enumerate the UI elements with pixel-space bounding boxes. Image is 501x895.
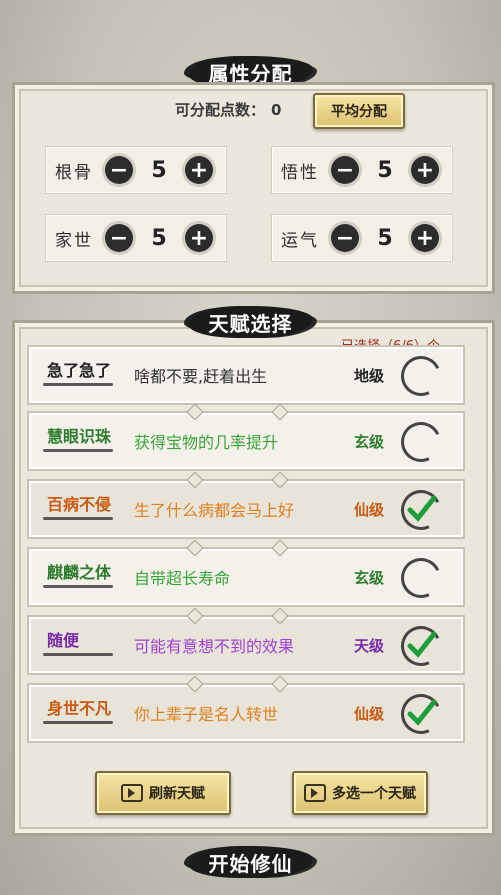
talent-grade: 天级 bbox=[354, 637, 385, 655]
video-icon bbox=[121, 784, 143, 802]
stat-value: 5 bbox=[377, 157, 393, 183]
minus-button[interactable]: − bbox=[331, 156, 359, 184]
talent-name: 慧眼识珠 bbox=[47, 427, 112, 446]
talent-name: 身世不凡 bbox=[47, 699, 112, 718]
stat-jiashi: 家世 − 5 + bbox=[46, 215, 226, 261]
talent-grade: 玄级 bbox=[354, 569, 385, 587]
stat-wuxing: 悟性 − 5 + bbox=[272, 147, 452, 193]
checked-circle-icon[interactable] bbox=[395, 484, 447, 536]
stat-label: 悟性 bbox=[281, 162, 319, 183]
brush-underline bbox=[43, 517, 113, 520]
checked-circle-icon[interactable] bbox=[395, 620, 447, 672]
talent-grade: 地级 bbox=[354, 367, 385, 385]
stat-gengu: 根骨 − 5 + bbox=[46, 147, 226, 193]
unchecked-circle-icon[interactable] bbox=[395, 350, 447, 402]
talent-description: 你上辈子是名人转世 bbox=[134, 705, 279, 724]
brush-underline bbox=[43, 721, 113, 724]
brush-underline bbox=[43, 383, 113, 386]
stat-value: 5 bbox=[151, 157, 167, 183]
talent-row[interactable]: 麒麟之体 自带超长寿命 玄级 bbox=[27, 539, 465, 607]
talent-description: 生了什么病都会马上好 bbox=[134, 501, 295, 520]
stat-label: 家世 bbox=[55, 230, 93, 251]
talent-row[interactable]: 身世不凡 你上辈子是名人转世 仙级 bbox=[27, 675, 465, 743]
talent-name: 百病不侵 bbox=[47, 495, 112, 514]
refresh-talents-button[interactable]: 刷新天赋 bbox=[95, 771, 231, 815]
plus-button[interactable]: + bbox=[185, 224, 213, 252]
plus-button[interactable]: + bbox=[411, 156, 439, 184]
talent-description: 获得宝物的几率提升 bbox=[134, 433, 279, 452]
talent-grade: 仙级 bbox=[354, 501, 385, 519]
stat-label: 根骨 bbox=[55, 162, 93, 183]
talent-row[interactable]: 慧眼识珠 获得宝物的几率提升 玄级 bbox=[27, 403, 465, 471]
plus-button[interactable]: + bbox=[411, 224, 439, 252]
refresh-label: 刷新天赋 bbox=[149, 786, 205, 802]
talent-name: 麒麟之体 bbox=[47, 563, 112, 582]
plus-button[interactable]: + bbox=[185, 156, 213, 184]
talent-name: 急了急了 bbox=[47, 361, 112, 380]
talent-row[interactable]: 急了急了 啥都不要,赶着出生 地级 bbox=[27, 345, 465, 405]
talent-description: 自带超长寿命 bbox=[134, 569, 231, 588]
talent-description: 啥都不要,赶着出生 bbox=[134, 367, 268, 386]
points-label: 可分配点数： bbox=[175, 101, 266, 119]
extra-label: 多选一个天赋 bbox=[332, 786, 416, 802]
talent-grade: 仙级 bbox=[354, 705, 385, 723]
talent-description: 可能有意想不到的效果 bbox=[134, 637, 295, 656]
talent-grade: 玄级 bbox=[354, 433, 385, 451]
talent-row[interactable]: 随便 可能有意想不到的效果 天级 bbox=[27, 607, 465, 675]
unchecked-circle-icon[interactable] bbox=[395, 416, 447, 468]
talent-row[interactable]: 百病不侵 生了什么病都会马上好 仙级 bbox=[27, 471, 465, 539]
average-distribute-button[interactable]: 平均分配 bbox=[313, 93, 405, 129]
extra-talent-button[interactable]: 多选一个天赋 bbox=[292, 771, 428, 815]
brush-underline bbox=[43, 653, 113, 656]
minus-button[interactable]: − bbox=[105, 224, 133, 252]
brush-underline bbox=[43, 449, 113, 452]
brush-underline bbox=[43, 585, 113, 588]
points-row: 可分配点数： 0 bbox=[175, 99, 281, 120]
minus-button[interactable]: − bbox=[105, 156, 133, 184]
points-value: 0 bbox=[271, 100, 282, 119]
minus-button[interactable]: − bbox=[331, 224, 359, 252]
attributes-panel: 可分配点数： 0 平均分配 根骨 − 5 + 悟性 − 5 + 家世 − 5 +… bbox=[12, 82, 495, 294]
stat-yunqi: 运气 − 5 + bbox=[272, 215, 452, 261]
checked-circle-icon[interactable] bbox=[395, 688, 447, 740]
talent-name: 随便 bbox=[47, 631, 80, 650]
talents-title: 天赋选择 bbox=[188, 302, 313, 342]
start-cultivation-button[interactable]: 开始修仙 bbox=[188, 842, 313, 882]
stat-value: 5 bbox=[151, 225, 167, 251]
unchecked-circle-icon[interactable] bbox=[395, 552, 447, 604]
stat-value: 5 bbox=[377, 225, 393, 251]
stat-label: 运气 bbox=[281, 230, 319, 251]
video-icon bbox=[304, 784, 326, 802]
